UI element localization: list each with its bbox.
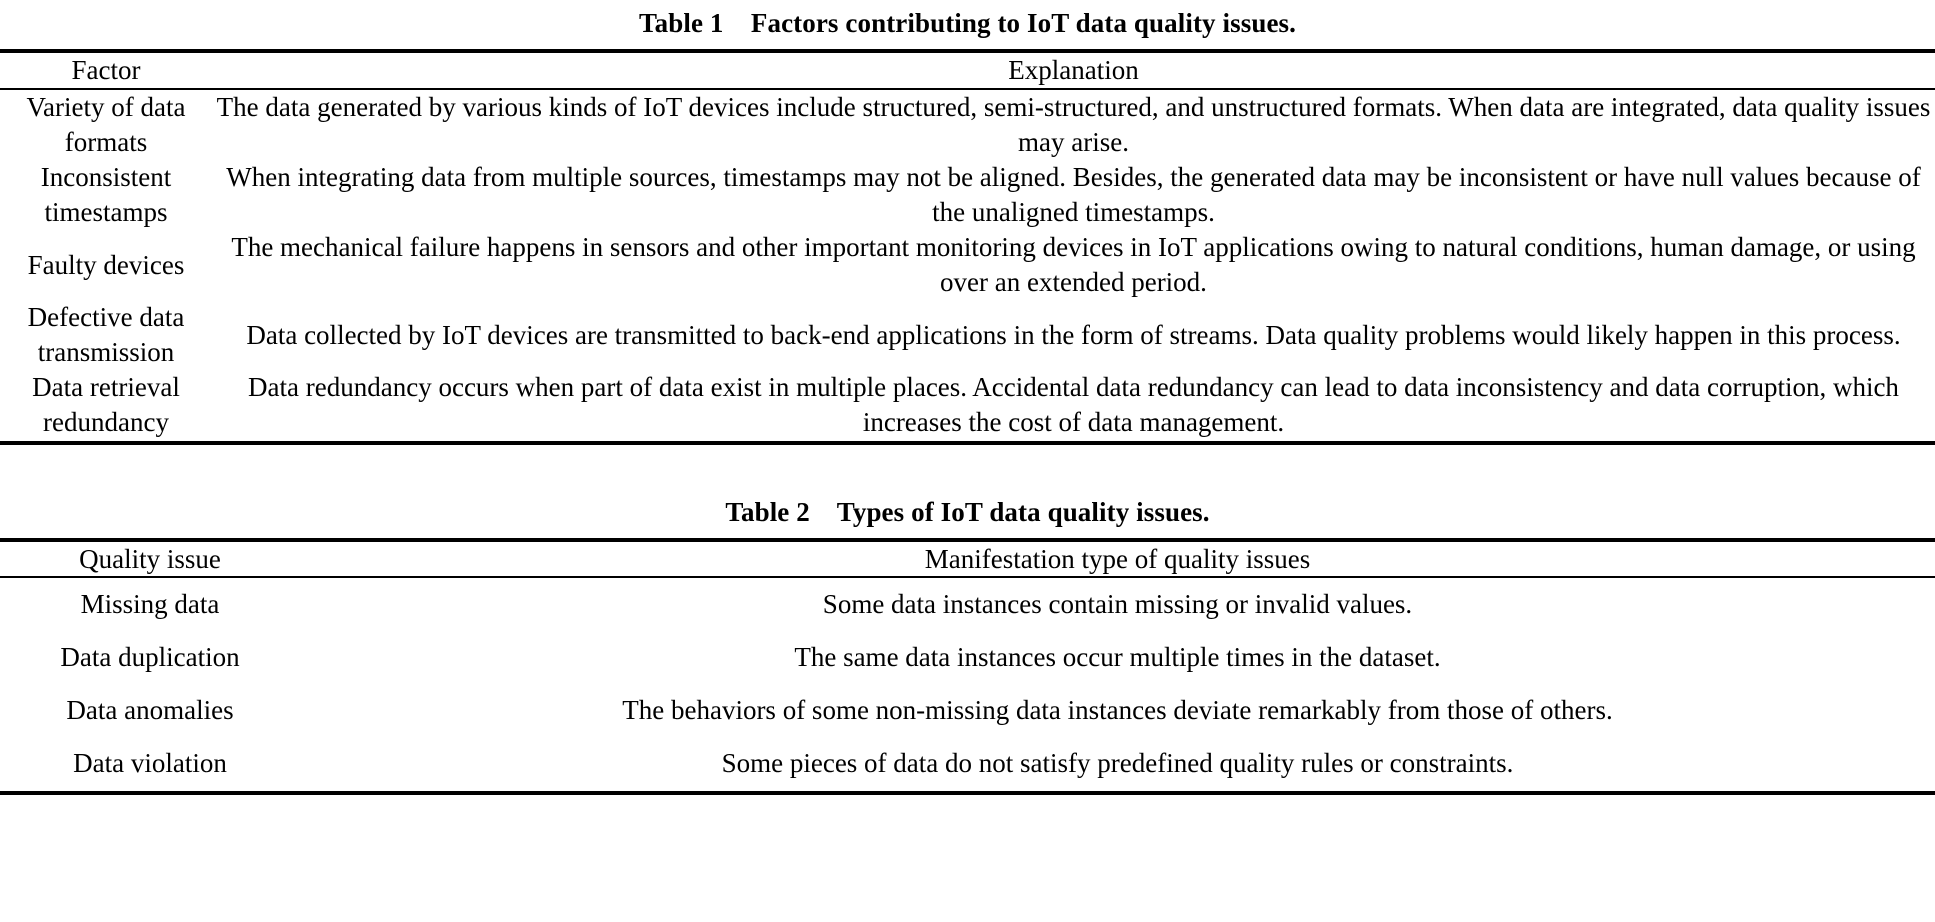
table-1: Factor Explanation <box>0 53 1935 88</box>
table-1-cell-explanation: The mechanical failure happens in sensor… <box>231 231 1916 298</box>
table-1-block: Table 1 Factors contributing to IoT data… <box>0 0 1935 445</box>
table-1-col-header-factor: Factor <box>71 55 141 86</box>
table-1-col-header-explanation: Explanation <box>1008 55 1139 86</box>
table-2-block: Table 2 Types of IoT data quality issues… <box>0 497 1935 795</box>
table-row: Defective data transmission Data collect… <box>0 300 1935 370</box>
table-2-body: Missing data Some data instances contain… <box>0 578 1935 790</box>
table-row: Faulty devices The mechanical failure ha… <box>0 230 1935 300</box>
table-row: Inconsistent timestamps When integrating… <box>0 160 1935 230</box>
table-2-cell-issue: Data violation <box>73 748 227 779</box>
table-1-cell-explanation: Data redundancy occurs when part of data… <box>248 372 1899 438</box>
table-1-cell-explanation: Data collected by IoT devices are transm… <box>246 319 1901 350</box>
table-1-cell-factor: Data retrieval redundancy <box>32 372 180 438</box>
table-row: Variety of data formats The data generat… <box>0 90 1935 160</box>
table-2-caption: Table 2 Types of IoT data quality issues… <box>725 496 1210 527</box>
table-2-cell-manifestation: Some data instances contain missing or i… <box>822 589 1413 620</box>
spacer-caption-bottom-1 <box>0 39 1935 49</box>
table-1-caption: Table 1 Factors contributing to IoT data… <box>639 8 1296 38</box>
table-2-body-table: Missing data Some data instances contain… <box>0 578 1935 790</box>
table-row: Data violation Some pieces of data do no… <box>0 737 1935 790</box>
table-1-header: Factor Explanation <box>0 53 1935 88</box>
table-2-col-header-manifestation: Manifestation type of quality issues <box>924 543 1311 574</box>
table-2-cell-manifestation: The same data instances occur multiple t… <box>794 642 1441 673</box>
table-header-row: Factor Explanation <box>0 53 1935 88</box>
table-1-cell-factor: Faulty devices <box>27 249 185 280</box>
table-2-cell-issue: Missing data <box>80 589 220 620</box>
table-row: Data retrieval redundancy Data redundanc… <box>0 370 1935 440</box>
table-row: Missing data Some data instances contain… <box>0 578 1935 631</box>
table-gap <box>0 445 1935 497</box>
document-page: Table 1 Factors contributing to IoT data… <box>0 0 1935 922</box>
table-1-cell-factor: Inconsistent timestamps <box>40 161 172 227</box>
table-1-body-table: Variety of data formats The data generat… <box>0 90 1935 441</box>
table-2-cell-issue: Data duplication <box>60 642 240 673</box>
table-1-cell-explanation: The data generated by various kinds of I… <box>216 91 1931 157</box>
table-1-body: Variety of data formats The data generat… <box>0 90 1935 441</box>
table-2-header: Quality issue Manifestation type of qual… <box>0 542 1935 577</box>
table-2-bottom-rule <box>0 790 1935 795</box>
table-1-cell-factor: Variety of data formats <box>26 91 186 157</box>
spacer-top <box>0 0 1935 8</box>
table-row: Data duplication The same data instances… <box>0 631 1935 684</box>
table-row: Data anomalies The behaviors of some non… <box>0 684 1935 737</box>
table-2-cell-manifestation: Some pieces of data do not satisfy prede… <box>721 748 1514 779</box>
table-1-cell-factor: Defective data transmission <box>27 302 185 368</box>
table-2-cell-issue: Data anomalies <box>66 695 234 726</box>
table-header-row: Quality issue Manifestation type of qual… <box>0 542 1935 577</box>
table-2-col-header-quality-issue: Quality issue <box>79 543 221 574</box>
spacer-caption-bottom-2 <box>0 528 1935 538</box>
table-1-cell-explanation: When integrating data from multiple sour… <box>226 161 1921 227</box>
table-2: Quality issue Manifestation type of qual… <box>0 542 1935 577</box>
table-2-cell-manifestation: The behaviors of some non-missing data i… <box>622 695 1613 726</box>
